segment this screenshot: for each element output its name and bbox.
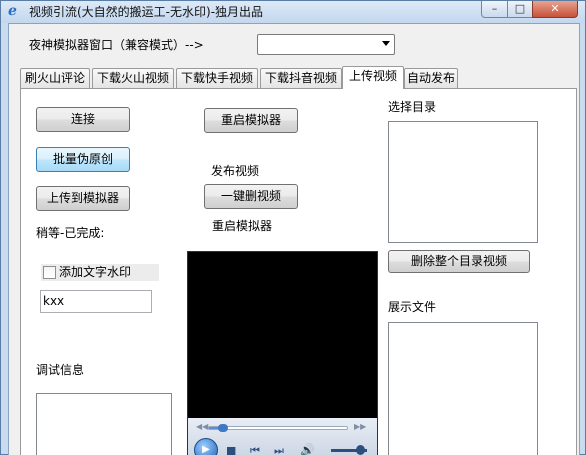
app-logo-icon: ℯ (8, 3, 17, 19)
minimize-button[interactable]: – (481, 1, 508, 18)
select-directory-label: 选择目录 (388, 100, 437, 114)
watermark-checkbox-label: 添加文字水印 (59, 265, 132, 279)
upload-to-emulator-button[interactable]: 上传到模拟器 (36, 186, 130, 211)
client-area: 夜神模拟器窗口（兼容模式）--> 刷火山评论 下载火山视频 下载快手视频 下载抖… (8, 23, 580, 455)
volume-slider-thumb[interactable] (355, 445, 365, 455)
debug-info-box[interactable] (36, 393, 172, 455)
emulator-window-label: 夜神模拟器窗口（兼容模式）--> (29, 38, 204, 52)
upload-video-panel: 连接 批量伪原创 上传到模拟器 稍等-已完成: 添加文字水印 kxx 调试信息 … (20, 88, 577, 455)
video-display[interactable] (188, 252, 377, 416)
app-window: ℯ 视频引流(大自然的搬运工-无水印)-独月出品 – □ ✕ 夜神模拟器窗口（兼… (0, 0, 586, 455)
maximize-button[interactable]: □ (507, 1, 533, 18)
player-controls: ◀◀ ▶▶ ▶ ■ ⏮ ⏭ 🔊 (188, 418, 377, 455)
seek-back-icon[interactable]: ◀◀ (196, 422, 208, 431)
volume-icon[interactable]: 🔊 (300, 443, 315, 455)
tab-auto-publish[interactable]: 自动发布 (404, 68, 458, 88)
show-files-label: 展示文件 (388, 300, 437, 314)
connect-button[interactable]: 连接 (36, 107, 130, 132)
delete-directory-videos-button[interactable]: 删除整个目录视频 (388, 250, 530, 273)
watermark-text-input[interactable]: kxx (40, 290, 152, 313)
restart-emulator-label: 重启模拟器 (212, 219, 273, 233)
files-list-box[interactable] (388, 322, 538, 455)
progress-status-label: 稍等-已完成: (36, 226, 105, 240)
seek-forward-icon[interactable]: ▶▶ (354, 422, 366, 431)
previous-icon[interactable]: ⏮ (250, 444, 260, 455)
watermark-checkbox-row[interactable]: 添加文字水印 (41, 264, 159, 281)
seek-bar[interactable] (208, 424, 348, 432)
batch-pseudo-original-button[interactable]: 批量伪原创 (36, 147, 130, 172)
play-icon[interactable]: ▶ (194, 438, 218, 455)
seek-bar-thumb[interactable] (218, 424, 229, 432)
directory-list-box[interactable] (388, 121, 538, 243)
restart-emulator-button[interactable]: 重启模拟器 (204, 108, 298, 133)
tab-download-douyin[interactable]: 下载抖音视频 (260, 68, 342, 88)
next-icon[interactable]: ⏭ (274, 444, 284, 455)
publish-video-label: 发布视频 (211, 164, 260, 178)
chevron-down-icon (382, 41, 390, 46)
tab-download-huoshan[interactable]: 下载火山视频 (92, 68, 174, 88)
media-player: ◀◀ ▶▶ ▶ ■ ⏮ ⏭ 🔊 (187, 251, 378, 455)
close-button[interactable]: ✕ (532, 1, 578, 18)
emulator-select[interactable] (257, 34, 395, 55)
tab-download-kuaishou[interactable]: 下载快手视频 (176, 68, 258, 88)
window-title: 视频引流(大自然的搬运工-无水印)-独月出品 (29, 5, 264, 19)
watermark-checkbox[interactable] (43, 266, 56, 279)
tab-upload-video[interactable]: 上传视频 (342, 66, 404, 89)
stop-icon[interactable]: ■ (226, 444, 236, 455)
delete-videos-button[interactable]: 一键删视频 (204, 184, 298, 209)
debug-info-label: 调试信息 (36, 363, 85, 377)
tab-huoshan-comments[interactable]: 刷火山评论 (20, 68, 90, 88)
